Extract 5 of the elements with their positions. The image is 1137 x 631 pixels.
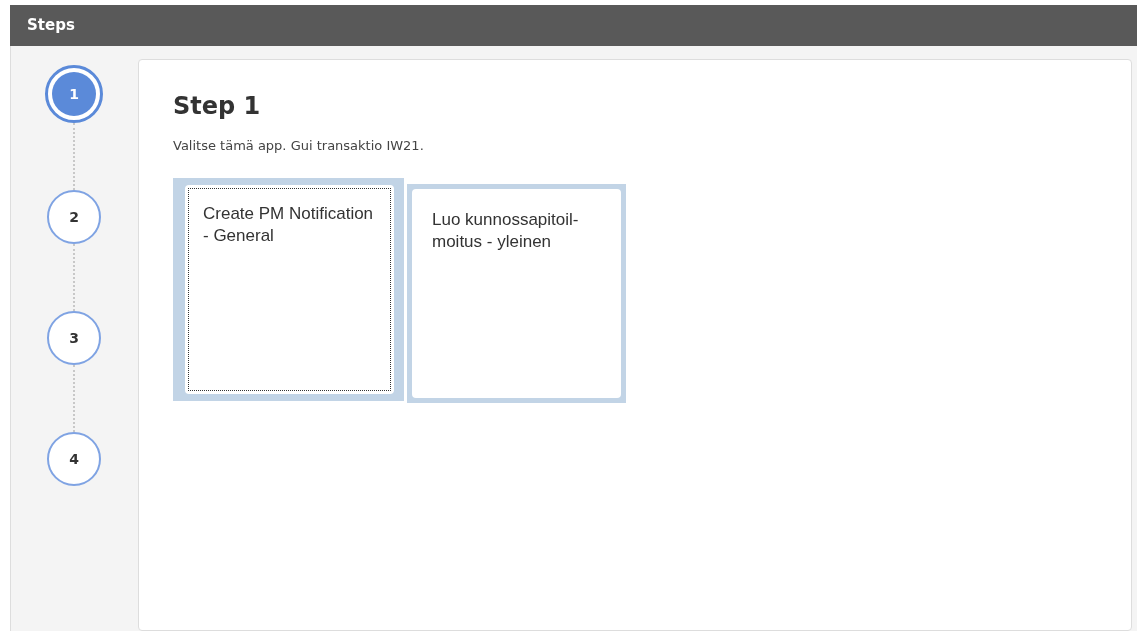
step-title: Step 1 [173,91,262,122]
header-title: Steps [27,15,75,37]
app-tile[interactable]: Create PM Notification - General [185,184,394,394]
step-description: Valitse tämä app. Gui transaktio IW21. [173,137,425,155]
app-tile[interactable]: Luo kunnossapitoil-moitus - yleinen [412,188,621,398]
